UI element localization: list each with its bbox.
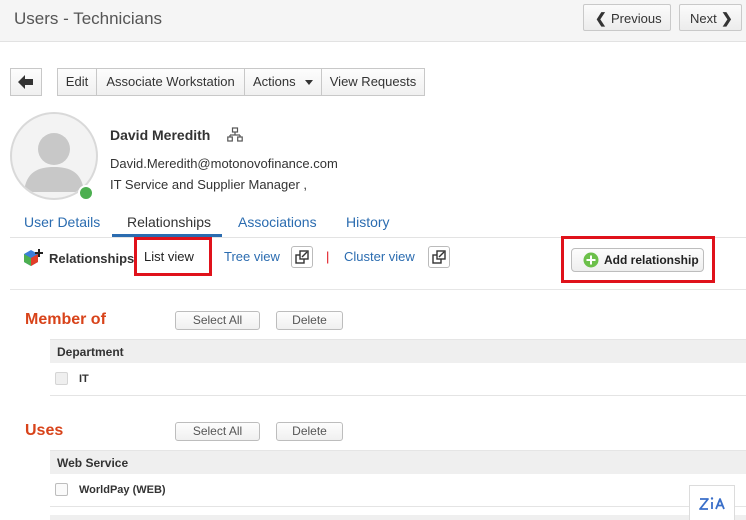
chevron-left-icon: ❮ xyxy=(595,10,607,26)
row-divider xyxy=(50,506,746,507)
actions-dropdown[interactable]: Actions xyxy=(244,68,322,96)
caret-down-icon xyxy=(305,80,313,85)
column-header-web-service: Web Service xyxy=(50,450,746,474)
zia-assistant-button[interactable] xyxy=(689,485,735,520)
tab-associations[interactable]: Associations xyxy=(238,214,317,230)
page-title: Users - Technicians xyxy=(14,9,163,28)
column-header-department: Department xyxy=(50,339,746,363)
row-checkbox[interactable] xyxy=(55,372,68,385)
next-label: Next xyxy=(690,11,717,26)
column-header-label: Department xyxy=(57,345,124,359)
member-of-select-all-button[interactable]: Select All xyxy=(175,311,260,330)
chevron-right-icon: ❯ xyxy=(721,10,733,26)
relationships-label: Relationships xyxy=(49,251,135,266)
tab-history[interactable]: History xyxy=(346,214,390,230)
add-relationship-label: Add relationship xyxy=(604,253,699,267)
user-email: David.Meredith@motonovofinance.com xyxy=(110,156,338,171)
row-label-worldpay: WorldPay (WEB) xyxy=(79,484,166,496)
row-checkbox[interactable] xyxy=(55,483,68,496)
plus-circle-icon xyxy=(583,252,599,268)
external-window-icon xyxy=(432,250,446,264)
group-title-uses: Uses xyxy=(25,422,64,439)
uses-select-all-button[interactable]: Select All xyxy=(175,422,260,441)
actions-label: Actions xyxy=(253,74,296,89)
section-divider xyxy=(10,289,746,290)
cluster-view-popout-button[interactable] xyxy=(428,246,450,268)
tree-view-link[interactable]: Tree view xyxy=(224,249,280,264)
row-label-it: IT xyxy=(79,373,89,385)
row-divider xyxy=(50,395,746,396)
next-button[interactable]: Next ❯ xyxy=(679,4,742,31)
back-button[interactable] xyxy=(10,68,42,96)
uses-delete-button[interactable]: Delete xyxy=(276,422,343,441)
user-role: IT Service and Supplier Manager , xyxy=(110,177,308,192)
edit-button[interactable]: Edit xyxy=(57,68,97,96)
previous-button[interactable]: ❮ Previous xyxy=(583,4,671,31)
external-window-icon xyxy=(295,250,309,264)
org-chart-icon[interactable] xyxy=(227,127,243,143)
group-title-member-of: Member of xyxy=(25,311,106,328)
tab-user-details[interactable]: User Details xyxy=(24,214,100,230)
tree-view-popout-button[interactable] xyxy=(291,246,313,268)
relationships-icon xyxy=(24,249,43,266)
online-status-dot xyxy=(78,185,94,201)
add-relationship-button[interactable]: Add relationship xyxy=(571,248,704,272)
previous-label: Previous xyxy=(611,11,662,26)
member-of-delete-button[interactable]: Delete xyxy=(276,311,343,330)
zia-logo-icon xyxy=(699,497,725,510)
arrow-left-icon xyxy=(18,75,33,89)
view-separator: | xyxy=(326,249,330,264)
tab-relationships[interactable]: Relationships xyxy=(127,214,211,230)
user-name: David Meredith xyxy=(110,127,211,143)
associate-workstation-button[interactable]: Associate Workstation xyxy=(96,68,245,96)
list-view-tab[interactable]: List view xyxy=(144,249,194,264)
view-requests-button[interactable]: View Requests xyxy=(321,68,425,96)
cluster-view-link[interactable]: Cluster view xyxy=(344,249,415,264)
next-header-strip xyxy=(50,515,746,520)
column-header-label: Web Service xyxy=(57,456,129,470)
